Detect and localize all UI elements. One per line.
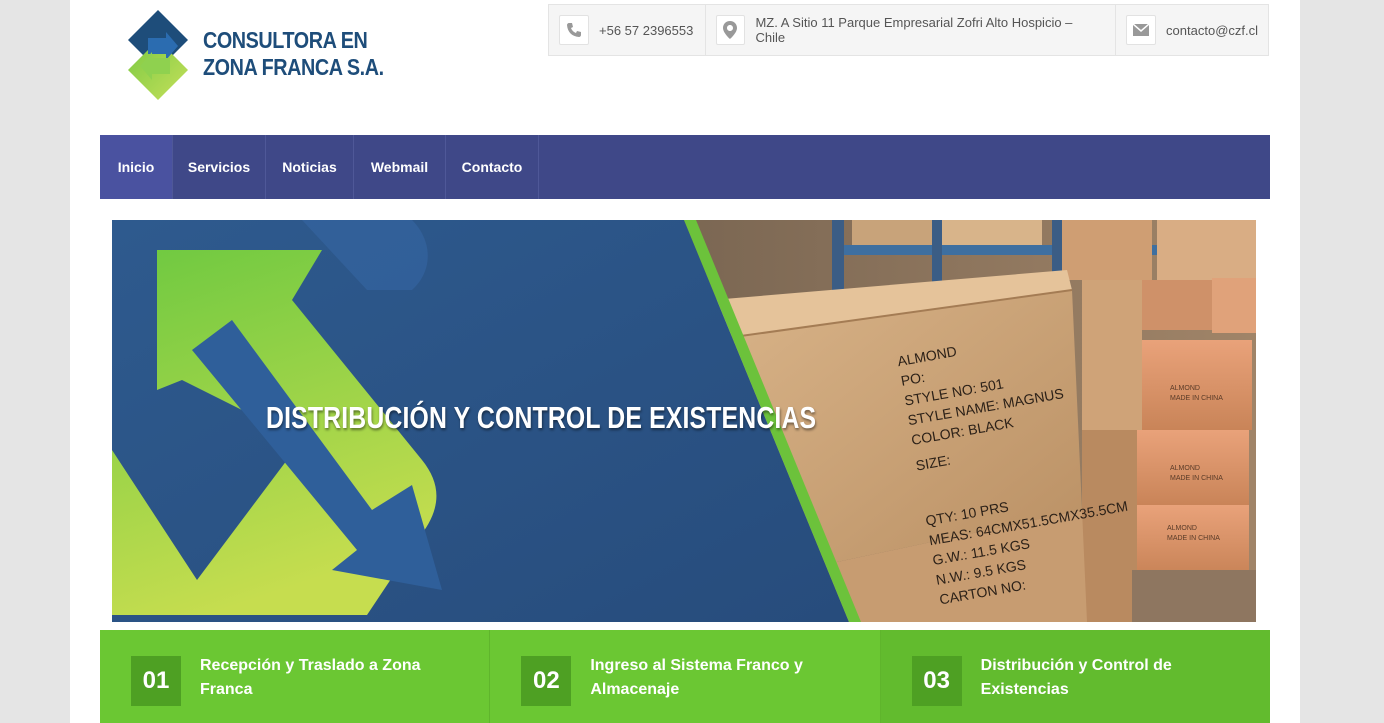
- step-number: 03: [911, 656, 962, 706]
- main-nav: Inicio Servicios Noticias Webmail Contac…: [100, 135, 1270, 199]
- box-small-made-1: MADE IN CHINA: [1170, 395, 1223, 402]
- step-title: Ingreso al Sistema Franco y Almacenaje: [590, 657, 803, 698]
- contact-phone-text: +56 57 2396553: [599, 22, 694, 38]
- contact-phone[interactable]: +56 57 2396553: [549, 5, 706, 55]
- logo-mark-icon: [128, 10, 188, 100]
- nav-item-inicio[interactable]: Inicio: [100, 135, 173, 199]
- step-title: Distribución y Control de Existencias: [980, 657, 1172, 698]
- box-small-brand-1: ALMOND: [1170, 385, 1200, 392]
- contact-bar: +56 57 2396553 MZ. A Sitio 11 Parque Emp…: [548, 4, 1269, 56]
- contact-address: MZ. A Sitio 11 Parque Empresarial Zofri …: [706, 5, 1117, 55]
- phone-icon: [559, 15, 589, 45]
- nav-item-contacto[interactable]: Contacto: [446, 135, 539, 199]
- contact-email[interactable]: contacto@czf.cl: [1116, 5, 1268, 55]
- step-number: 02: [521, 656, 572, 706]
- contact-address-text: MZ. A Sitio 11 Parque Empresarial Zofri …: [755, 15, 1073, 45]
- hero-banner: ALMOND PO: STYLE NO: 501 STYLE NAME: MAG…: [112, 220, 1256, 622]
- step-card-03[interactable]: 03 Distribución y Control de Existencias: [880, 630, 1270, 723]
- step-card-01[interactable]: 01 Recepción y Traslado a Zona Franca: [100, 630, 491, 723]
- box-small-made-2: MADE IN CHINA: [1170, 475, 1223, 482]
- page: CONSULTORA EN ZONA FRANCA S.A. +56 57 23…: [70, 0, 1300, 723]
- box-small-brand-3: ALMOND: [1167, 525, 1197, 532]
- nav-item-noticias[interactable]: Noticias: [266, 135, 354, 199]
- step-number: 01: [131, 656, 181, 706]
- steps-row: 01 Recepción y Traslado a Zona Franca 02…: [100, 630, 1270, 723]
- nav-item-servicios[interactable]: Servicios: [173, 135, 266, 199]
- step-title: Recepción y Traslado a Zona Franca: [200, 657, 421, 698]
- nav-item-webmail[interactable]: Webmail: [354, 135, 446, 199]
- step-card-02[interactable]: 02 Ingreso al Sistema Franco y Almacenaj…: [490, 630, 881, 723]
- logo-line-2: ZONA FRANCA S.A.: [203, 54, 384, 80]
- logo-line-1: CONSULTORA EN: [203, 27, 368, 53]
- map-pin-icon: [715, 15, 746, 45]
- banner-caption: DISTRIBUCIÓN Y CONTROL DE EXISTENCIAS: [266, 400, 817, 435]
- contact-email-text: contacto@czf.cl: [1166, 22, 1258, 38]
- logo-text: CONSULTORA EN ZONA FRANCA S.A.: [203, 27, 384, 81]
- box-small-made-3: MADE IN CHINA: [1167, 535, 1220, 542]
- site-logo[interactable]: CONSULTORA EN ZONA FRANCA S.A.: [126, 10, 386, 100]
- envelope-icon: [1126, 15, 1157, 45]
- box-small-brand-2: ALMOND: [1170, 465, 1200, 472]
